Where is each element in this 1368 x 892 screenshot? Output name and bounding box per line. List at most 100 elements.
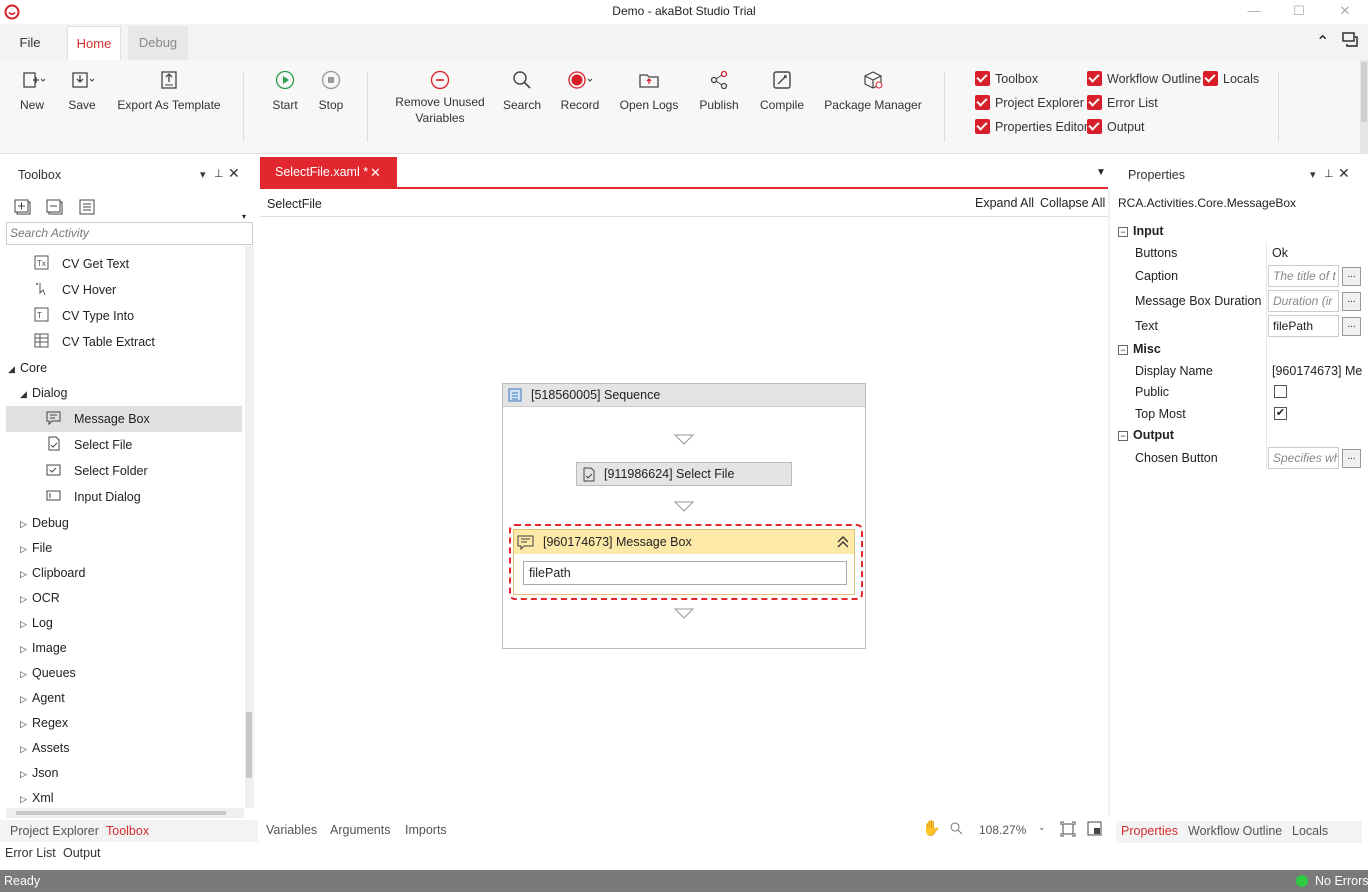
toolbox-item-cv-table-extract[interactable]: CV Table Extract <box>34 330 155 354</box>
toolbox-group-image[interactable]: ▷ Image <box>20 636 67 660</box>
document-tab-selectfile[interactable]: SelectFile.xaml * ✕ <box>260 157 397 188</box>
pin-icon[interactable]: ⊥ <box>214 167 224 180</box>
breadcrumb[interactable]: SelectFile <box>267 197 322 211</box>
error-status[interactable]: No Errors <box>1315 870 1368 892</box>
collapse-category-icon[interactable]: − <box>1118 345 1128 355</box>
workflow-outline-checkbox[interactable]: Workflow Outline <box>1087 70 1201 88</box>
sequence-activity[interactable]: [518560005] Sequence [911986624] Select … <box>502 383 866 649</box>
property-buttons[interactable]: Buttons Ok <box>1116 241 1362 265</box>
toolbox-group-clipboard[interactable]: ▷ Clipboard <box>20 561 86 585</box>
collapse-category-icon[interactable]: − <box>1118 227 1128 237</box>
tab-workflow-outline[interactable]: Workflow Outline <box>1188 824 1282 838</box>
message-box-text-input[interactable]: filePath <box>523 561 847 585</box>
duration-input[interactable]: Duration (ir <box>1268 290 1339 312</box>
start-button[interactable]: Start <box>268 68 302 112</box>
feedback-icon[interactable] <box>1342 32 1360 48</box>
category-input[interactable]: − Input <box>1116 220 1362 242</box>
toolbox-item-cv-type-into[interactable]: T CV Type Into <box>34 304 134 328</box>
toolbox-group-regex[interactable]: ▷ Regex <box>20 711 68 735</box>
remove-unused-variables-button[interactable]: Remove Unused Variables <box>390 68 490 126</box>
output-checkbox[interactable]: Output <box>1087 118 1145 136</box>
toolbox-group-core[interactable]: ◢ Core <box>8 356 47 380</box>
tab-imports[interactable]: Imports <box>405 823 447 837</box>
collapse-ribbon-icon[interactable]: ⌃ <box>1316 32 1329 52</box>
toolbox-group-file[interactable]: ▷ File <box>20 536 52 560</box>
tab-home[interactable]: Home <box>67 26 121 60</box>
search-activity-input[interactable]: Search Activity <box>6 222 253 245</box>
tab-arguments[interactable]: Arguments <box>330 823 390 837</box>
publish-button[interactable]: Publish <box>694 68 744 112</box>
ellipsis-button[interactable]: ... <box>1342 317 1361 336</box>
toolbox-group-json[interactable]: ▷ Json <box>20 761 58 785</box>
pan-hand-icon[interactable]: ✋ <box>922 819 941 837</box>
tab-project-explorer[interactable]: Project Explorer <box>10 824 99 838</box>
close-panel-icon[interactable]: ✕ <box>228 165 240 182</box>
property-text[interactable]: Text filePath... <box>1116 314 1362 338</box>
select-file-activity[interactable]: [911986624] Select File <box>576 462 792 486</box>
panel-dropdown-icon[interactable]: ▾ <box>1310 168 1316 181</box>
toolbox-item-select-file[interactable]: Select File <box>46 433 132 457</box>
pin-icon[interactable]: ⊥ <box>1324 167 1334 180</box>
top-most-checkbox[interactable]: ✔ <box>1274 407 1287 420</box>
property-value[interactable]: Ok <box>1272 241 1288 265</box>
tab-variables[interactable]: Variables <box>266 823 317 837</box>
message-box-header[interactable]: [960174673] Message Box <box>514 530 854 554</box>
new-button[interactable]: New <box>14 68 50 112</box>
drop-target-arrow-icon[interactable] <box>674 434 694 446</box>
save-button[interactable]: Save <box>64 68 100 112</box>
panel-dropdown-icon[interactable]: ▾ <box>200 168 206 181</box>
close-panel-icon[interactable]: ✕ <box>1338 165 1350 182</box>
collapse-category-icon[interactable]: − <box>1118 431 1128 441</box>
project-explorer-checkbox[interactable]: Project Explorer <box>975 94 1084 112</box>
property-top-most[interactable]: Top Most ✔ <box>1116 402 1362 426</box>
collapse-activity-icon[interactable] <box>836 535 850 549</box>
list-view-icon[interactable] <box>78 198 98 216</box>
error-list-checkbox[interactable]: Error List <box>1087 94 1158 112</box>
tab-list-dropdown-icon[interactable]: ▼ <box>1096 167 1106 178</box>
toolbox-group-agent[interactable]: ▷ Agent <box>20 686 65 710</box>
toolbox-item-input-dialog[interactable]: Input Dialog <box>46 485 141 509</box>
package-manager-button[interactable]: Package Manager <box>822 68 924 112</box>
toolbox-group-xml[interactable]: ▷ Xml <box>20 786 54 810</box>
open-logs-button[interactable]: Open Logs <box>617 68 681 112</box>
toolbox-item-select-folder[interactable]: Select Folder <box>46 459 148 483</box>
property-chosen-button[interactable]: Chosen Button Specifies wh... <box>1116 446 1362 470</box>
tab-locals[interactable]: Locals <box>1292 824 1328 838</box>
expand-all-icon[interactable] <box>14 198 34 216</box>
sequence-header[interactable]: [518560005] Sequence <box>503 384 865 407</box>
collapse-all-link[interactable]: Collapse All <box>1040 196 1105 210</box>
message-box-activity[interactable]: [960174673] Message Box filePath <box>513 529 855 595</box>
properties-editor-checkbox[interactable]: Properties Editor <box>975 118 1088 136</box>
drop-target-arrow-icon[interactable] <box>674 501 694 513</box>
drop-target-arrow-icon[interactable] <box>674 608 694 620</box>
export-template-button[interactable]: Export As Template <box>114 68 224 112</box>
toolbox-horizontal-scrollbar[interactable] <box>6 808 244 818</box>
collapse-all-icon[interactable] <box>46 198 66 216</box>
tab-output[interactable]: Output <box>63 846 101 860</box>
ellipsis-button[interactable]: ... <box>1342 449 1361 468</box>
category-output[interactable]: − Output <box>1116 424 1362 446</box>
toolbox-group-dialog[interactable]: ◢ Dialog <box>20 381 67 405</box>
toolbox-item-cv-hover[interactable]: CV Hover <box>34 278 116 302</box>
zoom-dropdown-icon[interactable]: ⌄ <box>1038 822 1046 833</box>
zoom-level[interactable]: 108.27% <box>979 823 1026 837</box>
toolbox-item-message-box[interactable]: Message Box <box>46 407 150 431</box>
toolbox-vertical-scrollbar[interactable] <box>245 246 254 808</box>
text-input[interactable]: filePath <box>1268 315 1339 337</box>
close-window-button[interactable]: ✕ <box>1336 3 1354 19</box>
property-message-box-duration[interactable]: Message Box Duration Duration (ir... <box>1116 289 1362 313</box>
fit-to-screen-icon[interactable] <box>1060 821 1076 837</box>
ellipsis-button[interactable]: ... <box>1342 292 1361 311</box>
tab-error-list[interactable]: Error List <box>5 846 56 860</box>
toolbox-item-cv-get-text[interactable]: Tx CV Get Text <box>34 252 129 276</box>
overview-icon[interactable] <box>1087 821 1103 837</box>
toolbox-checkbox[interactable]: Toolbox <box>975 70 1038 88</box>
tab-toolbox[interactable]: Toolbox <box>106 824 149 838</box>
tab-debug[interactable]: Debug <box>128 26 188 60</box>
maximize-button[interactable]: ☐ <box>1290 3 1308 19</box>
toolbox-group-ocr[interactable]: ▷ OCR <box>20 586 60 610</box>
locals-checkbox[interactable]: Locals <box>1203 70 1259 88</box>
tab-file[interactable]: File <box>0 26 60 60</box>
search-button[interactable]: Search <box>502 68 542 112</box>
toolbox-group-queues[interactable]: ▷ Queues <box>20 661 76 685</box>
